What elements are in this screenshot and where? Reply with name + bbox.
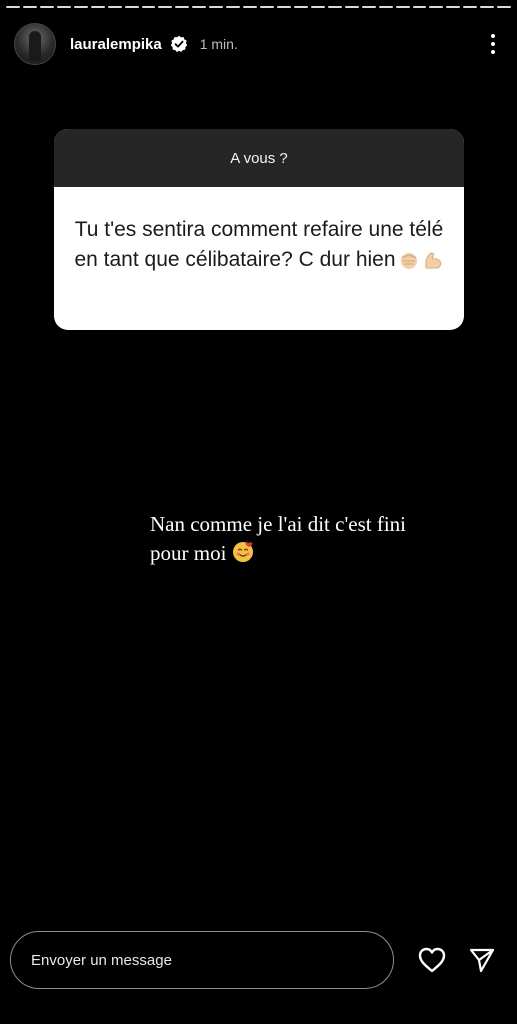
progress-segment [480, 6, 495, 8]
smiling-face-with-hearts-emoji [232, 541, 254, 563]
progress-segment [243, 6, 258, 8]
message-placeholder: Envoyer un message [31, 951, 172, 969]
send-icon[interactable] [464, 942, 500, 978]
progress-segment [107, 6, 122, 8]
progress-segment [327, 6, 342, 8]
question-header: A vous ? [54, 129, 464, 187]
progress-segment [141, 6, 156, 8]
more-options-icon[interactable] [483, 30, 503, 58]
progress-segment [344, 6, 359, 8]
progress-segment [378, 6, 393, 8]
fist-emoji [398, 249, 420, 271]
message-composer: Envoyer un message [10, 930, 507, 990]
story-answer: Nan comme je l'ai dit c'est fini pour mo… [150, 510, 440, 568]
progress-segment [497, 6, 512, 8]
flexed-biceps-emoji [422, 249, 444, 271]
progress-segment [158, 6, 173, 8]
question-body: Tu t'es sentira comment refaire une télé… [54, 187, 464, 275]
answer-text: Nan comme je l'ai dit c'est fini pour mo… [150, 512, 406, 565]
username[interactable]: lauralempika [70, 36, 162, 53]
progress-segment [73, 6, 88, 8]
progress-segment [56, 6, 71, 8]
progress-segment [310, 6, 325, 8]
heart-icon[interactable] [414, 942, 450, 978]
progress-segment [395, 6, 410, 8]
progress-segment [446, 6, 461, 8]
progress-segment [226, 6, 241, 8]
progress-segment [124, 6, 139, 8]
progress-segment [39, 6, 54, 8]
story-header: lauralempika 1 min. [14, 22, 503, 66]
progress-segment [90, 6, 105, 8]
progress-segment [277, 6, 291, 8]
question-sticker[interactable]: A vous ? Tu t'es sentira comment refaire… [54, 129, 464, 330]
post-time: 1 min. [199, 36, 238, 52]
progress-segment [429, 6, 444, 8]
message-input[interactable]: Envoyer un message [10, 931, 394, 989]
progress-segment [209, 6, 224, 8]
verified-badge-icon [170, 35, 188, 53]
progress-segment [361, 6, 376, 8]
progress-segment [6, 6, 20, 8]
progress-segment [260, 6, 274, 8]
progress-segment [293, 6, 308, 8]
progress-segment [463, 6, 478, 8]
progress-segment [22, 6, 37, 8]
progress-segment [175, 6, 190, 8]
progress-segment [192, 6, 207, 8]
story-progress-bar [6, 6, 512, 9]
avatar[interactable] [14, 23, 56, 65]
question-text: Tu t'es sentira comment refaire une télé… [74, 218, 444, 271]
progress-segment [412, 6, 427, 8]
